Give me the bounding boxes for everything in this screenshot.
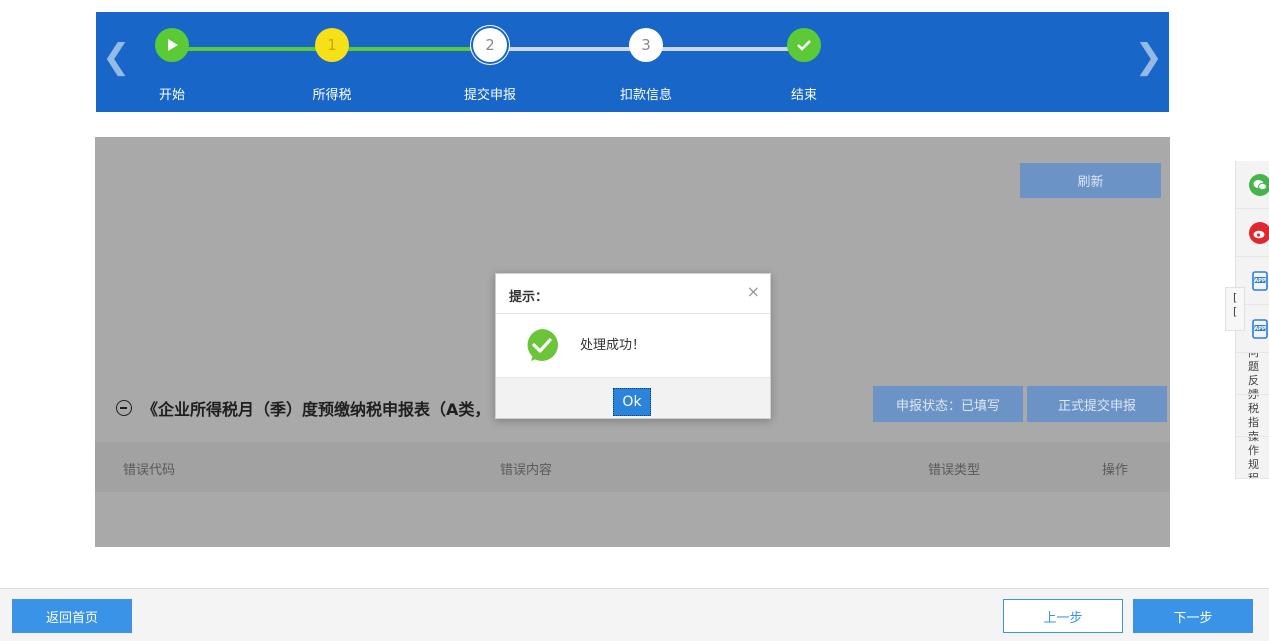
formal-submit-button[interactable]: 正式提交申报 bbox=[1027, 386, 1167, 422]
column-header: 错误内容 bbox=[500, 463, 553, 478]
dialog-footer: Ok bbox=[496, 378, 770, 418]
sidebar-item-label: 办税 指南 bbox=[1248, 395, 1259, 437]
ok-button[interactable]: Ok bbox=[613, 388, 651, 416]
status-badge: 申报状态：已填写 bbox=[873, 386, 1023, 422]
column-header: 错误代码 bbox=[123, 463, 176, 478]
alert-dialog: 提示： × 处理成功！ Ok bbox=[495, 273, 771, 419]
step-connector bbox=[332, 47, 490, 51]
step-income-tax: 1 bbox=[312, 28, 352, 62]
next-step-button[interactable]: 下一步 bbox=[1133, 599, 1253, 633]
app-icon: APP bbox=[1249, 270, 1269, 292]
weibo-icon bbox=[1249, 221, 1269, 244]
step-connector bbox=[646, 47, 802, 51]
flyout-text: [ [ bbox=[1233, 291, 1238, 318]
svg-text:APP: APP bbox=[1254, 326, 1266, 332]
step-connector bbox=[490, 47, 646, 51]
play-icon bbox=[155, 28, 189, 62]
collapse-minus-icon[interactable] bbox=[116, 400, 132, 416]
svg-text:APP: APP bbox=[1254, 278, 1266, 284]
sidebar-item-label: 操作 规程 bbox=[1248, 437, 1259, 479]
dialog-title: 提示： bbox=[509, 290, 549, 305]
column-header: 操作 bbox=[1102, 463, 1129, 478]
dialog-message: 处理成功！ bbox=[580, 338, 646, 353]
sidebar-item-feedback[interactable]: 问题 反馈 bbox=[1236, 353, 1269, 395]
check-icon bbox=[787, 28, 821, 62]
dialog-header: 提示： × bbox=[496, 274, 770, 314]
refresh-button[interactable]: 刷新 bbox=[1020, 163, 1161, 198]
column-header: 错误类型 bbox=[928, 463, 981, 478]
success-check-icon bbox=[527, 329, 558, 361]
step-label: 提交申报 bbox=[463, 88, 517, 103]
error-table-header: 错误代码 错误内容 错误类型 操作 bbox=[95, 442, 1170, 492]
form-title: 《企业所得税月（季）度预缴纳税申报表（A类， bbox=[142, 400, 491, 419]
weibo-link[interactable] bbox=[1236, 209, 1269, 257]
footer-bar: 返回首页 上一步 下一步 bbox=[0, 588, 1269, 641]
sidebar-item-label: 问题 反馈 bbox=[1248, 353, 1259, 395]
dialog-body: 处理成功！ bbox=[496, 314, 770, 378]
step-number: 3 bbox=[629, 28, 663, 62]
step-label: 开始 bbox=[158, 88, 186, 103]
step-deduction: 3 bbox=[626, 28, 666, 62]
sidebar-flyout: [ [ bbox=[1225, 287, 1245, 331]
step-number: 1 bbox=[315, 28, 349, 62]
progress-stepper: ❮ ❯ 1 2 3 开始 所得税 提交申报 扣款信息 结束 bbox=[96, 12, 1169, 112]
step-label: 扣款信息 bbox=[619, 88, 673, 103]
wechat-link[interactable] bbox=[1236, 161, 1269, 209]
back-home-button[interactable]: 返回首页 bbox=[12, 599, 132, 633]
previous-step-button[interactable]: 上一步 bbox=[1003, 599, 1123, 633]
step-number: 2 bbox=[473, 28, 507, 62]
step-connector bbox=[172, 47, 332, 51]
sidebar-item-procedure[interactable]: 操作 规程 bbox=[1236, 437, 1269, 479]
close-icon[interactable]: × bbox=[747, 284, 760, 300]
sidebar-item-guide[interactable]: 办税 指南 bbox=[1236, 395, 1269, 437]
step-end bbox=[784, 28, 824, 62]
step-start bbox=[152, 28, 192, 62]
step-submit: 2 bbox=[470, 28, 510, 62]
stepper-next-arrow-icon[interactable]: ❯ bbox=[1135, 40, 1164, 74]
step-label: 所得税 bbox=[312, 88, 352, 103]
wechat-icon bbox=[1249, 173, 1269, 196]
stepper-prev-arrow-icon[interactable]: ❮ bbox=[102, 40, 131, 74]
app-icon: APP bbox=[1249, 318, 1269, 340]
step-label: 结束 bbox=[790, 88, 818, 103]
